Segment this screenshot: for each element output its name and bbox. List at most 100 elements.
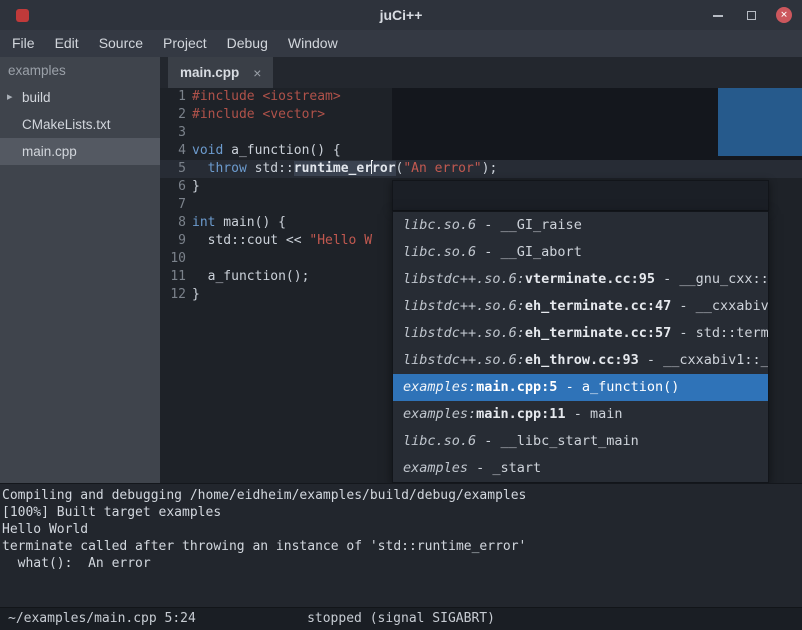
titlebar[interactable]: juCi++ xyxy=(0,0,802,30)
menubar: FileEditSourceProjectDebugWindow xyxy=(0,30,802,57)
terminal-line: Compiling and debugging /home/eidheim/ex… xyxy=(2,487,802,504)
line-number: 8 xyxy=(160,214,188,232)
sidebar-item-label: build xyxy=(22,90,51,105)
menu-item-window[interactable]: Window xyxy=(278,30,348,57)
code-text: } xyxy=(192,178,200,196)
backtrace-function: - std::terminate() xyxy=(671,325,768,341)
backtrace-row-9[interactable]: examples - _start xyxy=(393,455,768,482)
code-line-5[interactable]: 5 throw std::runtime_error("An error"); xyxy=(160,160,802,178)
terminal-line: [100%] Built target examples xyxy=(2,504,802,521)
juci-window: juCi++ FileEditSourceProjectDebugWindow … xyxy=(0,0,802,630)
tabbar: main.cpp × xyxy=(160,57,802,88)
backtrace-row-8[interactable]: libc.so.6 - __libc_start_main xyxy=(393,428,768,455)
code-text: #include <vector> xyxy=(192,106,325,124)
backtrace-row-3[interactable]: libstdc++.so.6:eh_terminate.cc:47 - __cx… xyxy=(393,293,768,320)
backtrace-row-0[interactable]: libc.so.6 - __GI_raise xyxy=(393,212,768,239)
line-number: 4 xyxy=(160,142,188,160)
tab-label: main.cpp xyxy=(180,65,239,80)
menu-item-debug[interactable]: Debug xyxy=(217,30,278,57)
line-number: 12 xyxy=(160,286,188,304)
status-debug-state: stopped (signal SIGABRT) xyxy=(307,608,495,630)
backtrace-location: vterminate.cc:95 xyxy=(525,271,655,287)
code-text: a_function(); xyxy=(192,268,309,286)
backtrace-binary: libstdc++.so.6: xyxy=(403,325,525,341)
line-number: 5 xyxy=(160,160,188,178)
minimize-icon[interactable] xyxy=(710,7,726,23)
sidebar-item-label: CMakeLists.txt xyxy=(22,117,111,132)
backtrace-location: main.cpp:11 xyxy=(476,406,565,422)
code-editor[interactable]: 1#include <iostream>2#include <vector>34… xyxy=(160,88,802,483)
statusbar: ~/examples/main.cpp 5:24 stopped (signal… xyxy=(0,607,802,630)
tab-main-cpp[interactable]: main.cpp × xyxy=(168,57,273,88)
line-number: 6 xyxy=(160,178,188,196)
backtrace-popup: libc.so.6 - __GI_raiselibc.so.6 - __GI_a… xyxy=(392,211,769,483)
line-number: 11 xyxy=(160,268,188,286)
backtrace-row-6[interactable]: examples:main.cpp:5 - a_function() xyxy=(393,374,768,401)
code-text: } xyxy=(192,286,200,304)
backtrace-location: eh_terminate.cc:57 xyxy=(525,325,671,341)
line-number: 10 xyxy=(160,250,188,268)
backtrace-function: - main xyxy=(566,406,623,422)
line-number: 3 xyxy=(160,124,188,142)
file-tree: examples ▸ build CMakeLists.txt main.cpp xyxy=(0,57,161,483)
sidebar-item-cmakelists-txt[interactable]: CMakeLists.txt xyxy=(0,111,160,138)
backtrace-function: - __cxxabiv1::__cxa_thro xyxy=(639,352,768,368)
backtrace-function: - a_function() xyxy=(557,379,679,395)
project-name: examples xyxy=(0,57,160,84)
terminal-line: Hello World xyxy=(2,521,802,538)
backtrace-row-5[interactable]: libstdc++.so.6:eh_throw.cc:93 - __cxxabi… xyxy=(393,347,768,374)
close-icon[interactable] xyxy=(776,7,792,23)
menu-item-edit[interactable]: Edit xyxy=(45,30,89,57)
menu-item-project[interactable]: Project xyxy=(153,30,217,57)
backtrace-filter-entry[interactable] xyxy=(392,180,769,211)
backtrace-binary: libc.so.6 xyxy=(403,433,476,449)
backtrace-binary: libstdc++.so.6: xyxy=(403,352,525,368)
file-tree-items: ▸ build CMakeLists.txt main.cpp xyxy=(0,84,160,165)
backtrace-function: - __libc_start_main xyxy=(476,433,639,449)
terminal-line: terminate called after throwing an insta… xyxy=(2,538,802,555)
sidebar-item-main-cpp[interactable]: main.cpp xyxy=(0,138,160,165)
sidebar-item-label: main.cpp xyxy=(22,144,77,159)
editor-column: main.cpp × 1#include <iostream>2#include… xyxy=(160,57,802,483)
window-controls xyxy=(710,0,792,30)
backtrace-location: eh_terminate.cc:47 xyxy=(525,298,671,314)
status-file-location: ~/examples/main.cpp 5:24 xyxy=(8,608,196,630)
line-number: 1 xyxy=(160,88,188,106)
backtrace-location: eh_throw.cc:93 xyxy=(525,352,639,368)
backtrace-binary: examples: xyxy=(403,406,476,422)
line-number: 7 xyxy=(160,196,188,214)
restore-icon[interactable] xyxy=(743,7,759,23)
line-number: 2 xyxy=(160,106,188,124)
line-number: 9 xyxy=(160,232,188,250)
code-text: void a_function() { xyxy=(192,142,341,160)
backtrace-function: - __GI_raise xyxy=(476,217,582,233)
code-text: #include <iostream> xyxy=(192,88,341,106)
window-title: juCi++ xyxy=(0,7,802,23)
backtrace-binary: examples: xyxy=(403,379,476,395)
menu-item-file[interactable]: File xyxy=(2,30,45,57)
backtrace-row-7[interactable]: examples:main.cpp:11 - main xyxy=(393,401,768,428)
backtrace-function: - __cxxabiv1::__term xyxy=(671,298,768,314)
backtrace-function: - __gnu_cxx::__verbos xyxy=(655,271,768,287)
code-text: std::cout << "Hello W xyxy=(192,232,372,250)
backtrace-row-4[interactable]: libstdc++.so.6:eh_terminate.cc:57 - std:… xyxy=(393,320,768,347)
backtrace-row-1[interactable]: libc.so.6 - __GI_abort xyxy=(393,239,768,266)
backtrace-binary: libc.so.6 xyxy=(403,217,476,233)
backtrace-binary: examples xyxy=(403,460,468,476)
backtrace-location: main.cpp:5 xyxy=(476,379,557,395)
terminal-output[interactable]: Compiling and debugging /home/eidheim/ex… xyxy=(0,483,802,608)
backtrace-binary: libstdc++.so.6: xyxy=(403,271,525,287)
tab-close-icon[interactable]: × xyxy=(253,65,261,81)
terminal-line: what(): An error xyxy=(2,555,802,572)
sidebar-item-build[interactable]: ▸ build xyxy=(0,84,160,111)
chevron-right-icon[interactable]: ▸ xyxy=(7,84,13,111)
backtrace-function: - __GI_abort xyxy=(476,244,582,260)
menu-item-source[interactable]: Source xyxy=(89,30,153,57)
main-area: examples ▸ build CMakeLists.txt main.cpp ma… xyxy=(0,57,802,483)
tooltip-selection-box xyxy=(718,88,802,156)
backtrace-binary: libstdc++.so.6: xyxy=(403,298,525,314)
code-text: throw std::runtime_error("An error"); xyxy=(192,160,497,178)
backtrace-function: - _start xyxy=(468,460,541,476)
backtrace-row-2[interactable]: libstdc++.so.6:vterminate.cc:95 - __gnu_… xyxy=(393,266,768,293)
backtrace-binary: libc.so.6 xyxy=(403,244,476,260)
